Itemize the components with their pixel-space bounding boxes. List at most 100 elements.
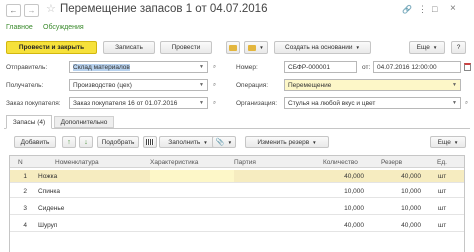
close-icon[interactable]: × <box>450 3 456 14</box>
chevron-down-icon: ▼ <box>199 100 204 106</box>
items-table: N Номенклатура Характеристика Партия Кол… <box>9 155 465 252</box>
row-reserve[interactable]: 10,000 <box>370 202 421 215</box>
row-unit[interactable]: шт <box>438 170 446 183</box>
row-item[interactable]: Шуруп <box>38 219 57 232</box>
row-reserve[interactable]: 10,000 <box>370 185 421 198</box>
maximize-icon[interactable]: □ <box>432 4 437 14</box>
table-header: N Номенклатура Характеристика Партия Кол… <box>10 156 464 168</box>
attach-button[interactable]: ▼ <box>244 41 268 54</box>
more-vertical-icon[interactable]: ⋮ <box>418 4 427 15</box>
calendar-icon[interactable] <box>464 63 471 71</box>
open-icon[interactable]: ⌕ <box>462 97 471 109</box>
window-title: Перемещение запасов 1 от 04.07.2016 <box>60 3 268 15</box>
back-button[interactable]: ← <box>6 4 21 17</box>
chevron-down-icon: ▼ <box>312 139 317 145</box>
table-more-button[interactable]: Еще ▼ <box>430 136 466 148</box>
row-unit[interactable]: шт <box>438 219 446 232</box>
receiver-field[interactable]: Производство (цех) ▼ <box>69 79 208 91</box>
header-item[interactable]: Номенклатура <box>55 156 99 168</box>
move-up-button[interactable]: ↑ <box>62 136 76 148</box>
print-button[interactable] <box>226 41 240 54</box>
sender-field[interactable]: Склад материалов ▼ <box>69 61 208 73</box>
table-row[interactable]: 1 Ножка 40,000 40,000 шт <box>10 170 464 183</box>
row-reserve[interactable]: 40,000 <box>370 170 421 183</box>
row-item[interactable]: Сиденье <box>38 202 64 215</box>
header-n[interactable]: N <box>18 156 23 168</box>
number-label: Номер: <box>236 64 258 71</box>
row-quantity[interactable]: 10,000 <box>310 185 364 198</box>
tab-main[interactable]: Главное <box>6 24 33 31</box>
barcode-button[interactable] <box>143 136 157 148</box>
tab-discussions[interactable]: Обсуждения <box>43 24 84 31</box>
buyer-order-value: Заказ покупателя 16 от 01.07.2016 <box>73 99 178 107</box>
receiver-label: Получатель: <box>6 82 44 89</box>
row-reserve[interactable]: 40,000 <box>370 219 421 232</box>
row-quantity[interactable]: 40,000 <box>310 170 364 183</box>
open-icon[interactable]: ⌕ <box>210 61 219 73</box>
chevron-down-icon: ▼ <box>452 100 457 106</box>
row-characteristic[interactable] <box>150 170 234 182</box>
number-field[interactable]: СБФР-000001 <box>284 61 357 73</box>
folder-icon <box>229 44 237 51</box>
row-n: 1 <box>23 173 27 180</box>
post-and-close-button[interactable]: Провести и закрыть <box>6 41 97 54</box>
tab-additional-label: Дополнительно <box>60 118 108 126</box>
row-item[interactable]: Ножка <box>38 170 57 183</box>
post-button[interactable]: Провести <box>160 41 212 54</box>
tab-additional[interactable]: Дополнительно <box>54 116 114 128</box>
save-button[interactable]: Записать <box>103 41 155 54</box>
sender-label: Отправитель: <box>6 64 48 71</box>
organization-label: Организация: <box>236 100 278 107</box>
move-down-button[interactable]: ↓ <box>79 136 93 148</box>
document-icon <box>248 44 257 51</box>
open-icon[interactable]: ⌕ <box>210 97 219 109</box>
row-quantity[interactable]: 10,000 <box>310 202 364 215</box>
create-based-on-button[interactable]: Создать на основании ▼ <box>274 41 371 54</box>
header-unit[interactable]: Ед. <box>437 156 447 168</box>
table-row[interactable]: 4 Шуруп 40,000 40,000 шт <box>10 219 464 232</box>
forward-button[interactable]: → <box>24 4 39 17</box>
favorite-star-icon[interactable]: ☆ <box>46 2 56 15</box>
change-reserve-label: Изменить резерв <box>257 138 310 146</box>
arrow-up-icon: ↑ <box>67 138 71 146</box>
row-unit[interactable]: шт <box>438 202 446 215</box>
row-n: 2 <box>23 188 27 195</box>
buyer-order-field[interactable]: Заказ покупателя 16 от 01.07.2016 ▼ <box>69 97 208 109</box>
operation-value: Перемещение <box>288 81 332 89</box>
chevron-down-icon: ▼ <box>453 139 459 145</box>
organization-field[interactable]: Стулья на любой вкус и цвет ▼ <box>284 97 461 109</box>
barcode-icon <box>146 139 154 145</box>
table-row[interactable]: 3 Сиденье 10,000 10,000 шт <box>10 202 464 215</box>
row-unit[interactable]: шт <box>438 185 446 198</box>
date-value: 04.07.2016 12:00:00 <box>377 63 437 71</box>
sender-value: Склад материалов <box>73 63 130 71</box>
tab-stocks[interactable]: Запасы (4) <box>6 115 52 129</box>
row-quantity[interactable]: 40,000 <box>310 219 364 232</box>
link-icon[interactable]: 🔗 <box>402 5 412 14</box>
open-icon[interactable]: ⌕ <box>210 79 219 91</box>
row-n: 4 <box>23 222 27 229</box>
chevron-down-icon: ▼ <box>199 64 204 70</box>
fill-button[interactable]: Заполнить ▼ <box>159 136 217 148</box>
attach-button[interactable]: 📎 ▼ <box>212 136 236 148</box>
section-tabs-line <box>4 128 470 129</box>
header-quantity[interactable]: Количество <box>323 156 358 168</box>
more-label: Еще <box>416 44 430 51</box>
more-button[interactable]: Еще ▼ <box>409 41 445 54</box>
header-reserve[interactable]: Резерв <box>381 156 402 168</box>
header-characteristic[interactable]: Характеристика <box>150 156 198 168</box>
add-button[interactable]: Добавить <box>14 136 56 148</box>
number-value: СБФР-000001 <box>288 63 331 71</box>
arrow-down-icon: ↓ <box>84 138 88 146</box>
header-batch[interactable]: Партия <box>234 156 256 168</box>
table-row[interactable]: 2 Спинка 10,000 10,000 шт <box>10 185 464 198</box>
date-field[interactable]: 04.07.2016 12:00:00 <box>373 61 461 73</box>
row-item[interactable]: Спинка <box>38 185 60 198</box>
change-reserve-button[interactable]: Изменить резерв ▼ <box>245 136 329 148</box>
create-based-on-label: Создать на основании <box>285 44 353 51</box>
buyer-order-label: Заказ покупателя: <box>6 100 61 107</box>
help-button[interactable]: ? <box>451 41 466 54</box>
pick-button[interactable]: Подобрать <box>97 136 139 148</box>
operation-field[interactable]: Перемещение ▼ <box>284 79 461 91</box>
date-label: от: <box>362 64 371 71</box>
